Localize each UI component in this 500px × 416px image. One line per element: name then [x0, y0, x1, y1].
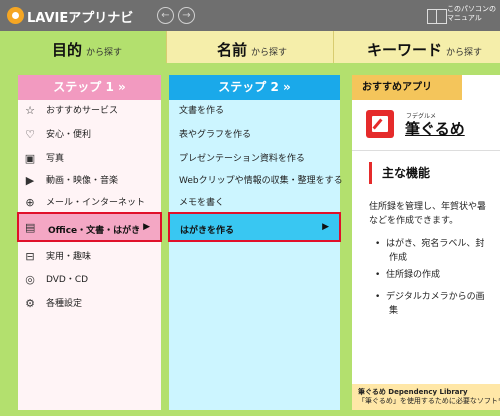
divider	[352, 150, 500, 151]
manual-book-icon[interactable]	[427, 9, 447, 24]
category-label: DVD・CD	[46, 275, 89, 285]
feature-description: 住所録を管理し、年賀状や暑 などを作成できます。	[369, 200, 500, 228]
category-label: 写真	[46, 154, 65, 164]
toolbox-icon: ⊟	[25, 250, 35, 263]
task-label: 表やグラフを作る	[179, 130, 252, 140]
features-title: 主な機能	[369, 162, 430, 184]
camera-icon: ▣	[24, 152, 36, 165]
category-label: 実用・趣味	[46, 252, 92, 262]
task-label: Webクリップや情報の収集・整理をする	[179, 176, 343, 186]
star-icon: ☆	[25, 104, 35, 117]
chevron-right-icon: ▶	[322, 222, 329, 232]
category-label: おすすめサービス	[46, 106, 119, 116]
feature-bullet: • 住所録の作成	[375, 268, 495, 282]
related-app-footer[interactable]: 筆ぐるめ Dependency Library 「筆ぐるめ」を使用するために必要…	[352, 384, 500, 410]
tab-purpose[interactable]: 目的 から探す	[0, 31, 165, 63]
tab-keyword-sub: から探す	[446, 48, 483, 58]
bullet-line2: 集	[389, 306, 399, 316]
step1-panel: ステップ 1 » ☆ おすすめサービス ♡ 安心・便利 ▣ 写真 ▶ 動画・映像…	[18, 75, 161, 410]
globe-icon: ⊕	[25, 196, 35, 209]
tab-name-label: 名前	[217, 41, 248, 59]
feature-bullet: • はがき、宛名ラベル、封 作成	[375, 237, 495, 265]
recommended-panel: おすすめアプリ フデグルメ 筆ぐるめ 主な機能 住所録を管理し、年賀状や暑 など…	[352, 75, 500, 410]
recommended-header: おすすめアプリ	[352, 75, 462, 100]
video-icon: ▶	[25, 174, 35, 187]
tab-keyword-label: キーワード	[367, 41, 443, 59]
category-label: 安心・便利	[46, 130, 92, 140]
bullet-line1: デジタルカメラからの画	[386, 292, 485, 302]
app-name-link[interactable]: 筆ぐるめ	[405, 118, 465, 139]
app-title: LAVIEアプリナビ	[27, 11, 134, 26]
back-button[interactable]: ←	[157, 7, 174, 24]
feature-bullet: • デジタルカメラからの画 集	[375, 290, 495, 318]
tab-name-sub: から探す	[251, 48, 288, 58]
tab-name[interactable]: 名前 から探す	[166, 31, 333, 63]
bullet-icon: •	[375, 270, 387, 280]
footer-line1: 筆ぐるめ Dependency Library	[358, 388, 468, 396]
fudegurume-app-icon[interactable]	[366, 110, 394, 138]
manual-label-line2: マニュアル	[447, 14, 482, 22]
footer-line2: 「筆ぐるめ」を使用するために必要なソフトウェアです。	[358, 397, 500, 405]
task-label: プレゼンテーション資料を作る	[179, 154, 305, 164]
bullet-line2: 作成	[389, 253, 408, 263]
tab-purpose-label: 目的	[52, 41, 83, 59]
disc-icon: ◎	[25, 273, 35, 286]
forward-button[interactable]: →	[178, 7, 195, 24]
step2-header: ステップ 2 »	[169, 75, 340, 100]
step2-panel: ステップ 2 » 文書を作る 表やグラフを作る プレゼンテーション資料を作る W…	[169, 75, 343, 410]
tab-purpose-sub: から探す	[86, 48, 123, 58]
category-label: Office・文書・はがき	[48, 226, 141, 236]
description-line2: などを作成できます。	[369, 216, 459, 226]
bullet-icon: •	[375, 292, 387, 302]
category-label: 動画・映像・音楽	[46, 176, 119, 186]
document-icon: ▤	[25, 221, 36, 234]
search-tabs: 目的 から探す 名前 から探す キーワード から探す	[0, 31, 500, 63]
task-create-postcard[interactable]: はがきを作る ▶	[168, 212, 341, 242]
bullet-line1: はがき、宛名ラベル、封	[386, 239, 485, 249]
category-label: 各種設定	[46, 299, 83, 309]
bullet-line1: 住所録の作成	[386, 270, 441, 280]
task-label: はがきを作る	[180, 226, 235, 236]
category-office-documents-postcards[interactable]: ▤ Office・文書・はがき ▶	[17, 212, 162, 242]
heart-icon: ♡	[25, 128, 35, 141]
category-label: メール・インターネット	[46, 198, 146, 208]
step1-header: ステップ 1 »	[18, 75, 161, 100]
gear-icon: ⚙	[25, 297, 35, 310]
task-label: メモを書く	[179, 198, 225, 208]
manual-label-line1: このパソコンの	[447, 5, 496, 13]
title-bar: LAVIEアプリナビ ← → このパソコンの マニュアル	[0, 0, 500, 31]
bullet-icon: •	[375, 239, 387, 249]
manual-button[interactable]: このパソコンの マニュアル	[447, 5, 496, 23]
tab-keyword[interactable]: キーワード から探す	[333, 31, 500, 63]
chevron-right-icon: ▶	[143, 222, 150, 232]
task-label: 文書を作る	[179, 106, 225, 116]
app-logo-icon	[7, 7, 24, 24]
description-line1: 住所録を管理し、年賀状や暑	[369, 202, 487, 212]
